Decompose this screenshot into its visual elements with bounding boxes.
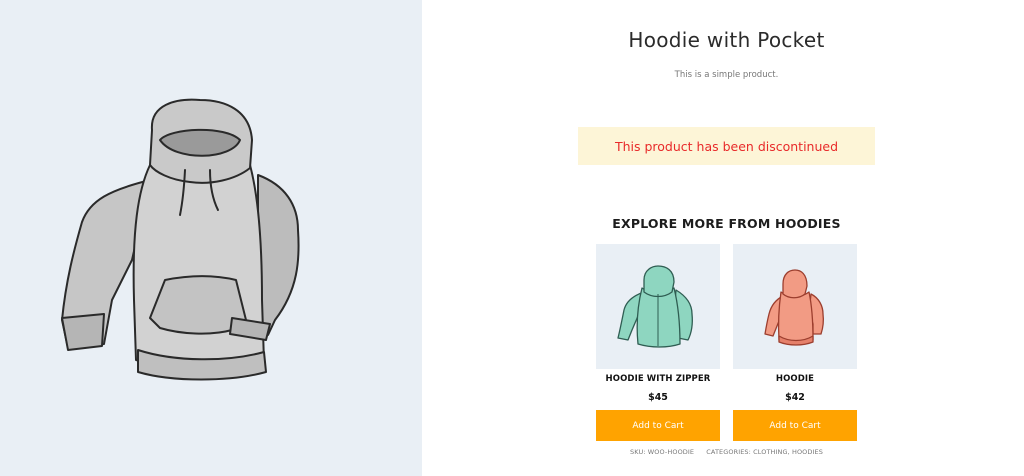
product-image[interactable] [0, 0, 422, 476]
related-product-image[interactable] [733, 244, 857, 369]
green-zip-hoodie-icon [617, 265, 694, 348]
add-to-cart-button[interactable]: Add to Cart [733, 410, 857, 441]
product-short-description: This is a simple product. [674, 70, 779, 80]
related-product-image[interactable] [596, 244, 720, 369]
related-product-price: $42 [785, 392, 805, 403]
discontinued-notice-text: This product has been discontinued [614, 138, 839, 154]
related-product-card: HOODIE $42 Add to Cart [733, 244, 857, 441]
add-to-cart-button[interactable]: Add to Cart [596, 410, 720, 441]
product-meta: SKU: WOO-HOODIE CATEGORIES: CLOTHING, HO… [578, 448, 875, 456]
related-product-name[interactable]: HOODIE WITH ZIPPER [596, 374, 720, 384]
related-product-name[interactable]: HOODIE [733, 374, 857, 384]
product-sku: SKU: WOO-HOODIE [630, 448, 695, 456]
related-product-price: $45 [648, 392, 668, 403]
coral-hoodie-icon [764, 269, 825, 346]
discontinued-notice: This product has been discontinued [578, 127, 875, 165]
product-categories[interactable]: CATEGORIES: CLOTHING, HOODIES [706, 448, 823, 456]
gray-hoodie-icon [61, 98, 300, 381]
related-product-card: HOODIE WITH ZIPPER $45 Add to Cart [596, 244, 720, 441]
product-title: Hoodie with Pocket [628, 28, 825, 52]
explore-more-heading: EXPLORE MORE FROM HOODIES [612, 216, 841, 231]
